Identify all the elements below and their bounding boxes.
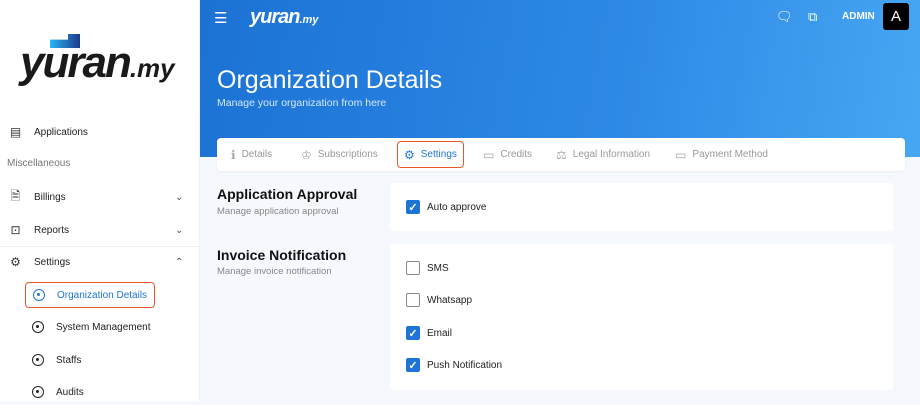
section-desc-application-approval: Manage application approval (217, 206, 339, 217)
section-title-application-approval: Application Approval (217, 186, 358, 202)
chat-icon[interactable]: 🗨 (776, 9, 793, 25)
chevron-up-icon: ⌃ (175, 256, 184, 268)
email-checkbox[interactable]: ✓ Email (406, 326, 452, 340)
sidebar-item-applications[interactable]: ▤ Applications (0, 125, 200, 139)
sidebar-item-reports[interactable]: ⊡ Reports ⌄ (0, 223, 200, 237)
sms-checkbox[interactable]: SMS (406, 261, 449, 275)
sidebar-subitem-audits[interactable]: Audits (25, 379, 155, 405)
checkbox-checked-icon: ✓ (406, 200, 420, 214)
section-title-invoice-notification: Invoice Notification (217, 247, 347, 263)
section-desc-invoice-notification: Manage invoice notification (217, 266, 332, 277)
sidebar-section-label: Miscellaneous (7, 158, 71, 169)
info-icon: ℹ (231, 147, 236, 162)
checkbox-checked-icon: ✓ (406, 358, 420, 372)
tab-credits[interactable]: ▭ Credits (477, 141, 538, 168)
sidebar-subitem-organization-details[interactable]: Organization Details (25, 282, 155, 308)
tab-settings[interactable]: ⚙ Settings (397, 141, 464, 168)
sidebar-subitem-system-management[interactable]: System Management (25, 314, 155, 340)
divider (0, 246, 200, 247)
page-subtitle: Manage your organization from here (217, 97, 387, 109)
avatar[interactable]: A (883, 3, 909, 30)
credit-card-icon: ▭ (675, 147, 687, 162)
sidebar-item-settings[interactable]: ⚙ Settings ⌃ (0, 255, 200, 269)
brand-logo[interactable]: yuran.my (20, 34, 175, 88)
document-list-icon: ▤ (9, 125, 22, 139)
translate-icon[interactable]: ⧉ (808, 9, 817, 25)
whatsapp-checkbox[interactable]: Whatsapp (406, 293, 472, 307)
sidebar: yuran.my ▤ Applications Miscellaneous 🗎 Bi… (0, 0, 200, 401)
gear-icon: ⚙ (10, 255, 21, 269)
tab-legal-information[interactable]: ⚖ Legal Information (550, 141, 656, 168)
checkbox-checked-icon: ✓ (406, 326, 420, 340)
radio-dot-icon (32, 386, 44, 398)
tab-details[interactable]: ℹ Details (225, 141, 278, 168)
chevron-down-icon: ⌄ (175, 224, 184, 236)
application-approval-card: ✓ Auto approve (390, 183, 893, 231)
hamburger-menu-icon[interactable]: ☰ (214, 9, 227, 27)
checkbox-unchecked-icon (406, 293, 420, 307)
push-notification-checkbox[interactable]: ✓ Push Notification (406, 358, 502, 372)
chevron-down-icon: ⌄ (175, 191, 184, 203)
page-header: ☰ yuran.my 🗨 ⧉ ADMIN A Organization Deta… (200, 0, 920, 157)
gear-icon: ⚙ (404, 147, 415, 162)
tab-bar: ℹ Details ♔ Subscriptions ⚙ Settings ▭ Credi… (217, 138, 905, 171)
sidebar-subitem-staffs[interactable]: Staffs (25, 347, 155, 373)
tab-payment-method[interactable]: ▭ Payment Method (669, 141, 774, 168)
checkbox-unchecked-icon (406, 261, 420, 275)
invoice-notification-card: SMS Whatsapp ✓ Email ✓ Push Notification (390, 244, 893, 390)
tab-subscriptions[interactable]: ♔ Subscriptions (295, 141, 384, 168)
user-name[interactable]: ADMIN (842, 11, 875, 22)
radio-dot-icon (32, 354, 44, 366)
page-title: Organization Details (217, 66, 443, 94)
sidebar-item-billings[interactable]: 🗎 Billings ⌄ (0, 188, 200, 204)
radio-dot-icon (32, 321, 44, 333)
header-logo[interactable]: yuran.my (250, 6, 318, 29)
crown-icon: ♔ (301, 147, 312, 162)
scale-icon: ⚖ (556, 147, 567, 162)
wallet-icon: ▭ (483, 147, 495, 162)
radio-dot-icon (33, 289, 45, 301)
invoice-icon: 🗎 (10, 188, 21, 203)
auto-approve-checkbox[interactable]: ✓ Auto approve (406, 200, 487, 214)
chart-icon: ⊡ (10, 223, 21, 237)
